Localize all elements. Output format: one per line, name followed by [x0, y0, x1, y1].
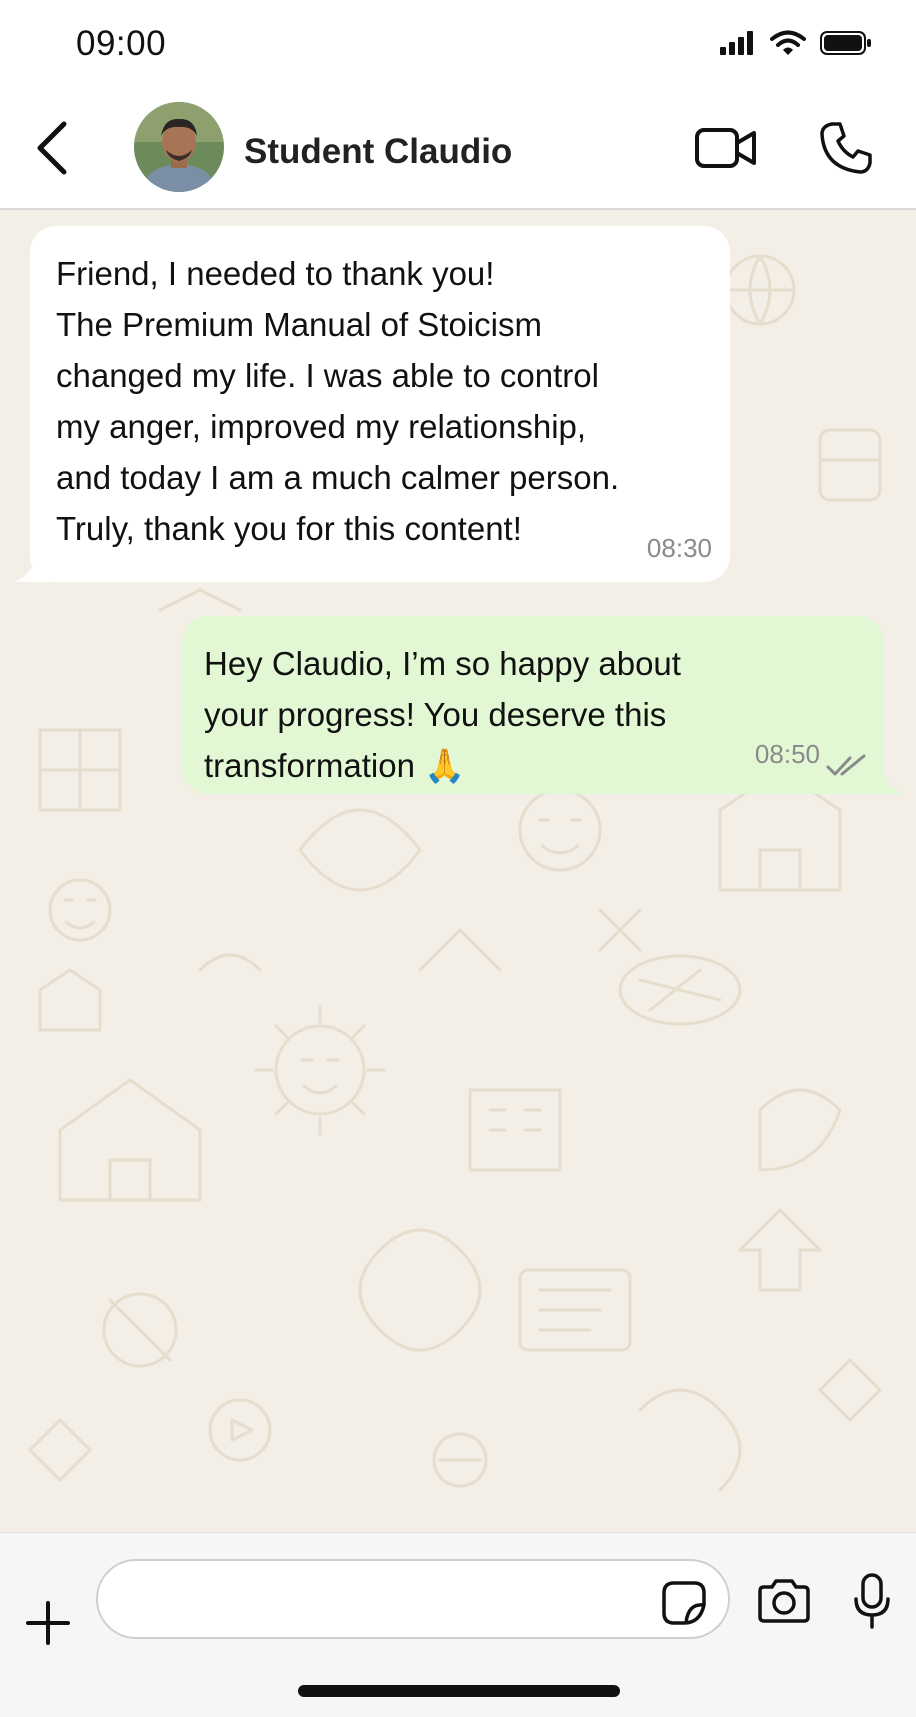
home-indicator: [298, 1685, 620, 1697]
contact-name[interactable]: Student Claudio: [244, 132, 512, 172]
incoming-message-bubble[interactable]: Friend, I needed to thank you! The Premi…: [30, 226, 730, 582]
signal-icon: [720, 31, 753, 55]
status-time: 09:00: [76, 24, 167, 63]
message-text-line: Friend, I needed to thank you!: [56, 255, 495, 292]
video-camera-icon[interactable]: [694, 124, 758, 172]
message-timestamp: 08:50: [754, 739, 820, 769]
input-bar: [0, 1532, 916, 1717]
outgoing-message-bubble[interactable]: Hey Claudio, I’m so happy about your pro…: [182, 616, 884, 794]
wifi-icon: [770, 30, 806, 55]
battery-icon: [820, 31, 871, 55]
phone-icon[interactable]: [818, 120, 874, 176]
message-text-line: Truly, thank you for this content!: [56, 510, 522, 547]
chat-header: Student Claudio: [0, 88, 916, 210]
microphone-icon[interactable]: [852, 1573, 892, 1629]
plus-icon[interactable]: [24, 1599, 72, 1647]
message-text-line: Hey Claudio, I’m so happy about: [204, 645, 681, 682]
avatar[interactable]: [134, 102, 224, 192]
message-text-line: The Premium Manual of Stoicism: [56, 306, 542, 343]
message-input[interactable]: [96, 1559, 730, 1639]
status-icons: [720, 28, 872, 58]
avatar-photo: [134, 102, 224, 192]
message-text-line: my anger, improved my relationship,: [56, 408, 587, 445]
camera-icon[interactable]: [756, 1577, 812, 1625]
message-text: transformation: [204, 747, 415, 784]
status-bar: 09:00: [0, 0, 916, 88]
back-arrow-icon[interactable]: [30, 118, 76, 178]
message-timestamp: 08:30: [646, 533, 712, 563]
message-text-line: and today I am a much calmer person.: [56, 459, 620, 496]
sticker-icon[interactable]: [660, 1579, 708, 1627]
message-text-line: changed my life. I was able to control: [56, 357, 599, 394]
chat-area[interactable]: Friend, I needed to thank you! The Premi…: [0, 210, 916, 1532]
praying-hands-emoji: 🙏: [424, 746, 466, 785]
double-check-icon: [826, 754, 866, 776]
